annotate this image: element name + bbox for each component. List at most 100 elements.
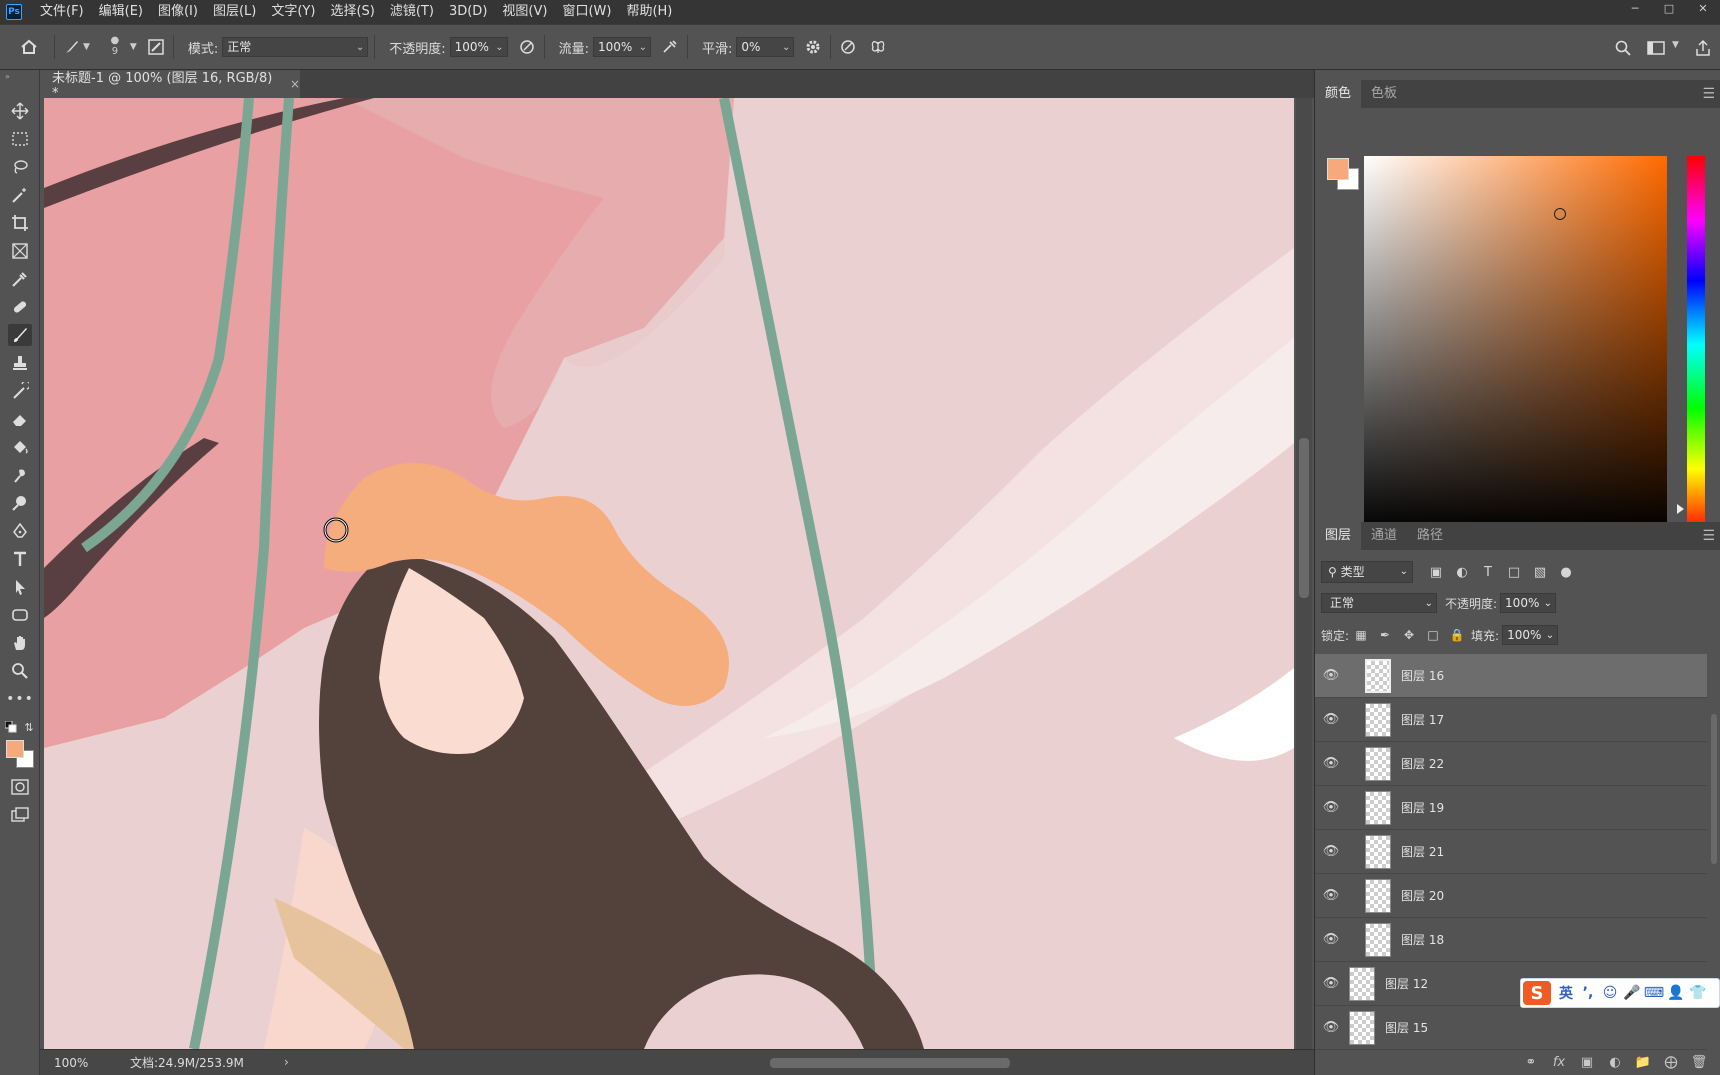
close-icon[interactable]: × (290, 77, 300, 91)
frame-tool-icon[interactable] (8, 240, 32, 262)
layer-name[interactable]: 图层 17 (1401, 711, 1444, 728)
hand-tool-icon[interactable] (8, 632, 32, 654)
symmetry-butterfly-icon[interactable] (867, 36, 889, 58)
layer-fill-input[interactable]: 100% ⌄ (1502, 625, 1559, 645)
magic-wand-tool-icon[interactable] (8, 184, 32, 206)
blend-mode-select[interactable]: 正常 ⌄ (222, 37, 369, 57)
pressure-size-icon[interactable] (837, 36, 859, 58)
panel-menu-icon[interactable]: ☰ (1702, 528, 1715, 544)
type-tool-icon[interactable] (8, 548, 32, 570)
filter-smart-object-icon[interactable]: ▧ (1527, 565, 1553, 580)
menu-help[interactable]: 帮助(H) (620, 0, 678, 24)
layer-row[interactable]: 👁 图层 21 (1315, 830, 1707, 874)
flow-input[interactable]: 100% ⌄ (593, 37, 652, 57)
lasso-tool-icon[interactable] (8, 156, 32, 178)
pressure-opacity-icon[interactable] (516, 36, 538, 58)
crop-tool-icon[interactable] (8, 212, 32, 234)
opacity-input[interactable]: 100% ⌄ (449, 37, 508, 57)
menu-layer[interactable]: 图层(L) (207, 0, 262, 24)
collapse-toolbar-icon[interactable]: » (5, 72, 10, 81)
eye-icon[interactable]: 👁 (1315, 888, 1347, 903)
eye-icon[interactable]: 👁 (1315, 800, 1347, 815)
workspace-icon[interactable] (1645, 37, 1667, 59)
home-icon[interactable] (18, 36, 40, 58)
tab-paths[interactable]: 路径 (1407, 522, 1453, 550)
layer-name[interactable]: 图层 22 (1401, 755, 1444, 772)
more-tools-icon[interactable]: ••• (6, 688, 33, 710)
eraser-tool-icon[interactable] (8, 408, 32, 430)
panel-menu-icon[interactable]: ☰ (1702, 86, 1715, 102)
maximize-icon[interactable]: □ (1652, 0, 1686, 16)
canvas[interactable] (44, 98, 1294, 1049)
eye-icon[interactable]: 👁 (1315, 844, 1347, 859)
layer-style-fx-icon[interactable]: fx (1545, 1055, 1573, 1070)
healing-brush-tool-icon[interactable] (8, 296, 32, 318)
eye-icon[interactable]: 👁 (1315, 712, 1347, 727)
layer-opacity-input[interactable]: 100% ⌄ (1500, 593, 1557, 613)
menu-type[interactable]: 文字(Y) (265, 0, 321, 24)
brush-settings-panel-icon[interactable] (145, 36, 167, 58)
layer-name[interactable]: 图层 16 (1401, 667, 1444, 684)
menu-image[interactable]: 图像(I) (152, 0, 204, 24)
layer-name[interactable]: 图层 12 (1385, 975, 1428, 992)
menu-window[interactable]: 窗口(W) (556, 0, 617, 24)
panel-foreground-swatch[interactable] (1327, 158, 1349, 180)
eye-icon[interactable]: 👁 (1315, 1020, 1347, 1035)
hue-slider[interactable] (1687, 156, 1705, 533)
new-layer-icon[interactable]: ⨁ (1657, 1055, 1685, 1070)
layer-name[interactable]: 图层 15 (1385, 1019, 1428, 1036)
eye-icon[interactable]: 👁 (1315, 976, 1347, 991)
chevron-down-icon[interactable]: ⌄ (639, 39, 647, 57)
eye-icon[interactable]: 👁 (1315, 668, 1347, 683)
chevron-down-icon[interactable]: ⌄ (1544, 595, 1552, 613)
screen-mode-icon[interactable] (8, 804, 32, 826)
layer-name[interactable]: 图层 21 (1401, 843, 1444, 860)
trash-icon[interactable]: 🗑 (1685, 1055, 1713, 1070)
add-mask-icon[interactable]: ▣ (1573, 1055, 1601, 1070)
layer-row[interactable]: 👁 图层 15 (1315, 1006, 1707, 1050)
keyboard-icon[interactable]: ⌨ (1643, 985, 1665, 1001)
color-picker-marker[interactable] (1554, 208, 1566, 220)
filter-pixel-icon[interactable]: ▣ (1423, 565, 1449, 580)
marquee-tool-icon[interactable] (8, 128, 32, 150)
chevron-down-icon[interactable]: ⌄ (495, 39, 503, 57)
eye-icon[interactable]: 👁 (1315, 756, 1347, 771)
zoom-tool-icon[interactable] (8, 660, 32, 682)
color-field[interactable] (1364, 156, 1667, 533)
menu-edit[interactable]: 编辑(E) (93, 0, 149, 24)
skin-icon[interactable]: 👕 (1687, 985, 1709, 1001)
brush-preset-caret-icon[interactable]: ▼ (83, 42, 90, 52)
hue-marker-icon[interactable] (1677, 504, 1684, 514)
layer-name[interactable]: 图层 18 (1401, 931, 1444, 948)
user-icon[interactable]: 👤 (1665, 985, 1687, 1001)
lock-all-icon[interactable]: 🔒 (1445, 628, 1469, 642)
airbrush-icon[interactable] (659, 36, 681, 58)
brush-size-caret-icon[interactable]: ▼ (130, 42, 137, 52)
layer-row[interactable]: 👁 图层 19 (1315, 786, 1707, 830)
menu-file[interactable]: 文件(F) (34, 0, 90, 24)
brush-size-picker[interactable]: ● 9 (106, 36, 124, 58)
chevron-down-icon[interactable]: ⌄ (782, 39, 790, 57)
swap-colors-icon[interactable]: ⇅ (22, 720, 36, 734)
search-icon[interactable] (1612, 37, 1634, 59)
filter-adjustment-icon[interactable]: ◐ (1449, 565, 1475, 580)
sogou-logo-icon[interactable]: S (1523, 981, 1551, 1005)
workspace-caret-icon[interactable]: ▼ (1672, 40, 1679, 50)
layer-name[interactable]: 图层 19 (1401, 799, 1444, 816)
document-info[interactable]: 文档:24.9M/253.9M (130, 1054, 244, 1071)
path-selection-tool-icon[interactable] (8, 576, 32, 598)
punctuation-icon[interactable]: ’, (1577, 985, 1599, 1001)
layer-filter-kind-select[interactable]: ⚲ 类型 ⌄ (1321, 561, 1413, 583)
lock-artboard-icon[interactable]: □ (1421, 628, 1445, 642)
quick-mask-icon[interactable] (8, 776, 32, 798)
brush-preset-icon[interactable] (61, 36, 83, 58)
document-tab[interactable]: 未标题-1 @ 100% (图层 16, RGB/8) * × (40, 70, 300, 101)
lock-transparent-pixels-icon[interactable]: ▦ (1349, 628, 1373, 642)
menu-3d[interactable]: 3D(D) (443, 0, 493, 24)
eyedropper-tool-icon[interactable] (8, 268, 32, 290)
microphone-icon[interactable]: 🎤 (1621, 985, 1643, 1001)
lock-position-icon[interactable]: ✥ (1397, 628, 1421, 642)
layer-row[interactable]: 👁 图层 20 (1315, 874, 1707, 918)
layer-row[interactable]: 👁 图层 18 (1315, 918, 1707, 962)
emoji-icon[interactable]: ☺ (1599, 985, 1621, 1001)
